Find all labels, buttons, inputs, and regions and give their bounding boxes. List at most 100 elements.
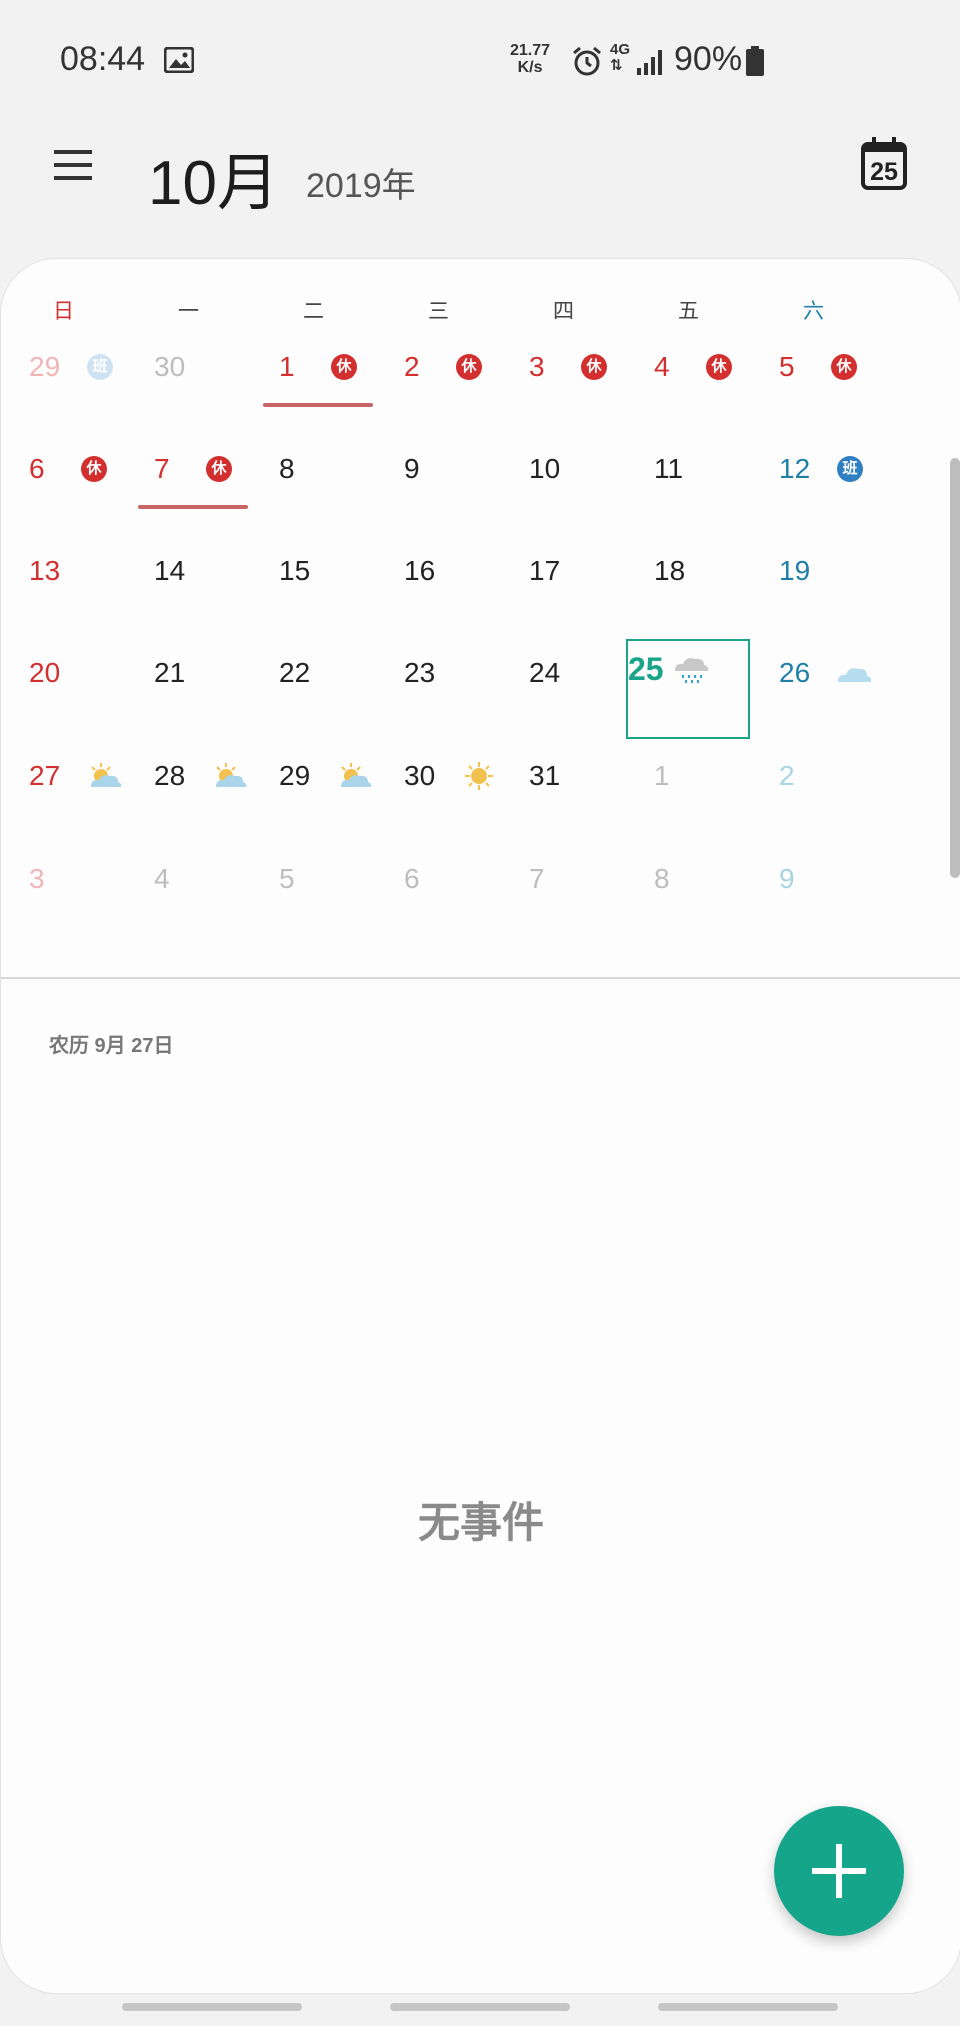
day-cell[interactable]: 9: [751, 849, 876, 951]
day-cell[interactable]: 7: [501, 849, 626, 951]
holiday-underline: [138, 505, 248, 509]
day-number: 14: [154, 555, 186, 586]
day-cell[interactable]: 3: [1, 849, 126, 951]
day-cell[interactable]: 25: [626, 639, 751, 745]
day-cell[interactable]: 18: [626, 541, 751, 643]
day-cell[interactable]: 8: [626, 849, 751, 951]
battery-icon: [746, 46, 764, 76]
day-cell[interactable]: 24: [501, 643, 626, 745]
signal-icon: [637, 50, 662, 75]
day-cell[interactable]: 26: [751, 643, 876, 745]
day-cell[interactable]: 23: [376, 643, 501, 745]
day-cell[interactable]: 28: [126, 746, 251, 848]
day-number: 1: [279, 351, 295, 382]
day-number: 16: [404, 555, 436, 586]
cloud-icon: [835, 657, 873, 689]
scroll-handle[interactable]: [950, 458, 960, 878]
no-events-text: 无事件: [417, 1499, 544, 1546]
day-number: 23: [404, 657, 436, 688]
alarm-icon: [573, 46, 601, 76]
nav-bar-left[interactable]: [122, 2003, 302, 2011]
holiday-badge: 休: [331, 354, 357, 380]
day-cell[interactable]: 6: [376, 849, 501, 951]
day-number: 27: [29, 760, 61, 791]
day-cell[interactable]: 30: [126, 337, 251, 439]
day-cell[interactable]: 8: [251, 439, 376, 541]
net-speed: 21.77 K/s: [510, 42, 551, 76]
day-cell[interactable]: 21: [126, 643, 251, 745]
year-title[interactable]: 2019年: [306, 158, 416, 207]
calendar-today-icon: 25: [861, 137, 907, 190]
day-number: 11: [654, 453, 684, 484]
partly-sunny-icon: [85, 760, 123, 792]
nav-bar-home[interactable]: [390, 2003, 570, 2011]
rain-cloud-icon: [672, 653, 710, 685]
day-number: 30: [154, 351, 186, 382]
holiday-underline: [263, 403, 373, 407]
day-number: 29: [279, 760, 311, 791]
weekday-label: 日: [53, 300, 74, 323]
day-cell[interactable]: 12 班: [751, 439, 876, 541]
workday-badge: 班: [837, 456, 863, 482]
day-cell[interactable]: 2: [751, 746, 876, 848]
today-button[interactable]: 25: [860, 136, 908, 190]
weekday-label: 四: [553, 300, 574, 323]
day-cell[interactable]: 4休: [626, 337, 751, 439]
day-cell[interactable]: 29: [251, 746, 376, 848]
workday-badge: 班: [87, 354, 113, 380]
day-cell[interactable]: 19: [751, 541, 876, 643]
day-cell[interactable]: 14: [126, 541, 251, 643]
network-type: 4G ⇅: [610, 41, 631, 74]
nav-bar-right[interactable]: [658, 2003, 838, 2011]
hamburger-menu-icon[interactable]: [54, 146, 94, 186]
day-number: 20: [29, 657, 61, 688]
day-number: 10: [529, 453, 561, 484]
add-event-button[interactable]: [774, 1806, 904, 1936]
day-number: 5: [779, 351, 795, 382]
calendar-header: 10月 2019年 25: [0, 120, 960, 260]
holiday-badge: 休: [831, 354, 857, 380]
day-cell[interactable]: 2休: [376, 337, 501, 439]
holiday-badge: 休: [581, 354, 607, 380]
day-cell[interactable]: 17: [501, 541, 626, 643]
day-number: 9: [779, 863, 795, 894]
day-number: 15: [279, 555, 311, 586]
day-cell[interactable]: 27: [1, 746, 126, 848]
day-cell[interactable]: 5休: [751, 337, 876, 439]
day-cell[interactable]: 4: [126, 849, 251, 951]
month-grid: 29 班 30 1 休 2 休 3 休 4 休 5 休 6 休 7 休 8 9 10 11 12 班 13 14 15 16 17 18…: [1, 337, 960, 957]
day-number: 3: [29, 863, 45, 894]
day-cell[interactable]: 13: [1, 541, 126, 643]
day-cell[interactable]: 31: [501, 746, 626, 848]
weekday-label: 六: [803, 300, 824, 323]
day-cell[interactable]: 11: [626, 439, 751, 541]
day-number: 8: [279, 453, 295, 484]
day-cell[interactable]: 10: [501, 439, 626, 541]
image-icon: [164, 47, 194, 73]
day-number: 3: [529, 351, 545, 382]
day-number: 26: [779, 657, 811, 688]
sun-icon: [460, 760, 498, 792]
day-cell[interactable]: 16: [376, 541, 501, 643]
day-number: 13: [29, 555, 61, 586]
day-number: 2: [779, 760, 795, 791]
day-number: 18: [654, 555, 686, 586]
day-cell[interactable]: 20: [1, 643, 126, 745]
day-cell[interactable]: 6休: [1, 439, 126, 541]
day-cell[interactable]: 5: [251, 849, 376, 951]
day-cell[interactable]: 9: [376, 439, 501, 541]
month-title[interactable]: 10月: [148, 132, 279, 222]
status-bar: 08:44 21.77 K/s 4G ⇅ 90%: [0, 0, 960, 120]
day-cell[interactable]: 29 班: [1, 337, 126, 439]
day-number: 19: [779, 555, 811, 586]
day-cell[interactable]: 22: [251, 643, 376, 745]
day-cell[interactable]: 7休: [126, 439, 251, 541]
day-cell[interactable]: 1休: [251, 337, 376, 439]
day-cell[interactable]: 3休: [501, 337, 626, 439]
battery-level: 90%: [674, 40, 743, 78]
day-cell[interactable]: 30: [376, 746, 501, 848]
day-cell[interactable]: 1: [626, 746, 751, 848]
day-number: 6: [29, 453, 45, 484]
day-number: 28: [154, 760, 186, 791]
day-cell[interactable]: 15: [251, 541, 376, 643]
